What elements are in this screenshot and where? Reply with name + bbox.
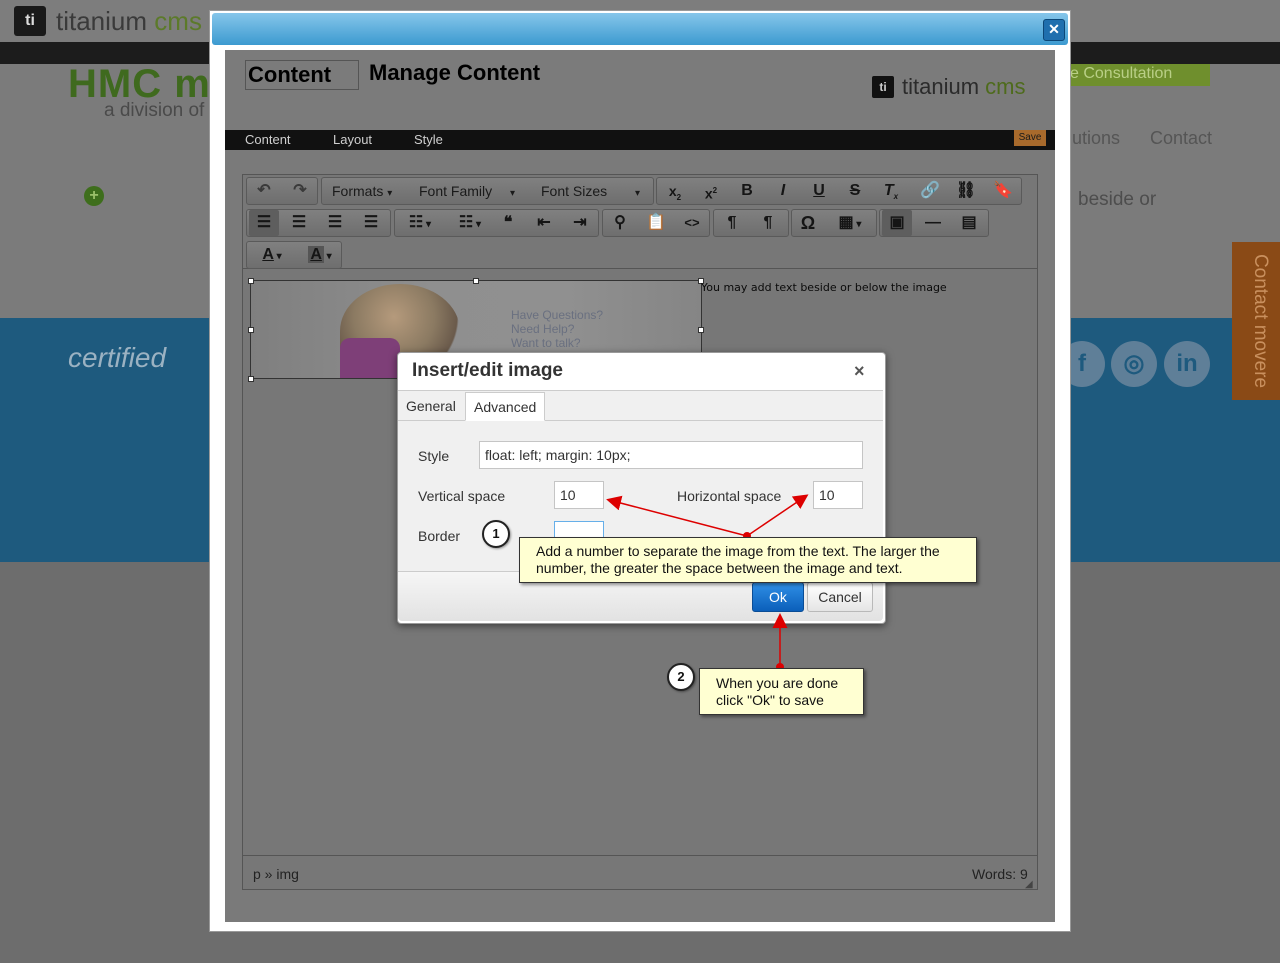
callout-step-1: Add a number to separate the image from … <box>519 537 977 583</box>
step-number-1: 1 <box>482 520 510 548</box>
callout-arrows <box>606 494 809 671</box>
callout-step-2: When you are done click "Ok" to save <box>699 668 864 715</box>
arrow-to-horizontal-space <box>746 494 809 537</box>
arrow-to-vertical-space <box>606 495 748 537</box>
step-number-2: 2 <box>667 663 695 691</box>
